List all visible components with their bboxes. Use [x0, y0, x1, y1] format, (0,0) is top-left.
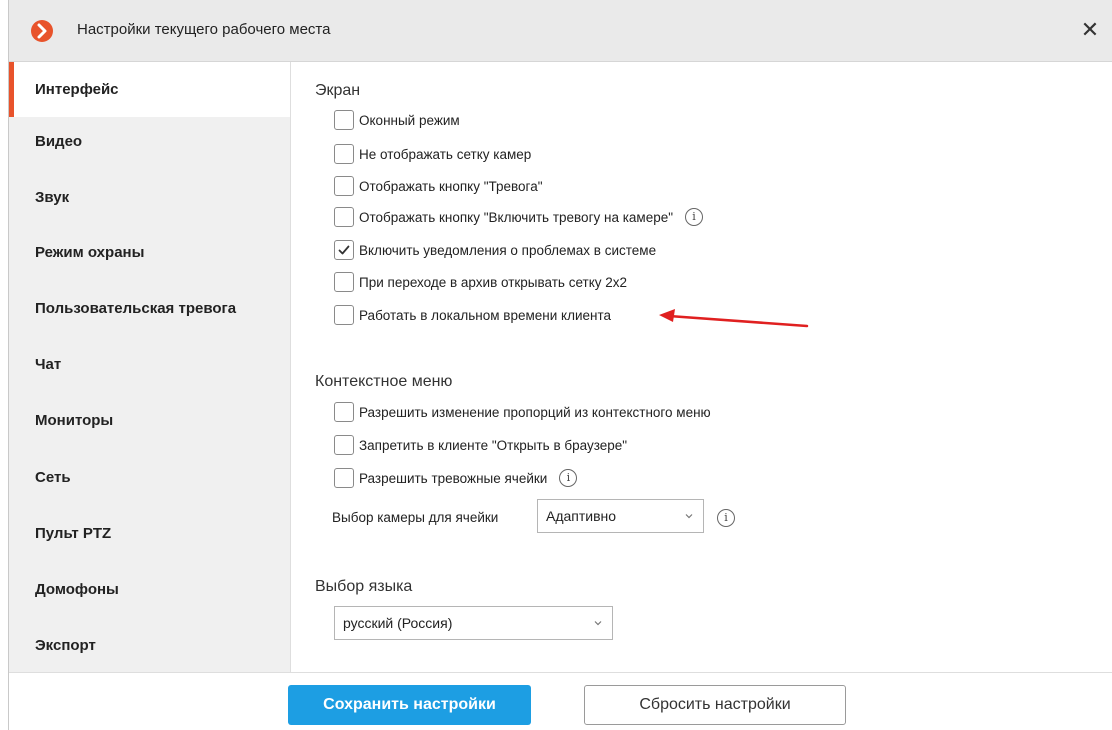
sidebar-item-label: Режим охраны	[35, 244, 145, 261]
checkbox-checked[interactable]	[334, 240, 354, 260]
option-system-notifications: Включить уведомления о проблемах в систе…	[334, 238, 656, 262]
info-icon[interactable]: i	[559, 469, 578, 487]
sidebar-item-label: Мониторы	[35, 412, 114, 429]
sidebar-item-network[interactable]: Сеть	[9, 450, 290, 505]
sidebar-item-label: Интерфейс	[35, 81, 119, 98]
checkbox[interactable]	[334, 435, 354, 455]
checkbox[interactable]	[334, 144, 354, 164]
option-show-camera-alarm-button: Отображать кнопку "Включить тревогу на к…	[334, 205, 704, 229]
sidebar-item-monitors[interactable]: Мониторы	[9, 393, 290, 448]
check-icon	[338, 245, 350, 255]
checkbox-label: Работать в локальном времени клиента	[359, 307, 611, 323]
checkbox[interactable]	[334, 207, 354, 227]
checkbox-label: Разрешить изменение пропорций из контекс…	[359, 404, 711, 420]
sidebar-item-security-mode[interactable]: Режим охраны	[9, 225, 290, 280]
sidebar-item-user-alarm[interactable]: Пользовательская тревога	[9, 281, 290, 336]
checkbox-label: Запретить в клиенте "Открыть в браузере"	[359, 437, 628, 453]
section-heading-screen: Экран	[315, 82, 361, 99]
sidebar-item-video[interactable]: Видео	[9, 114, 290, 169]
chevron-down-icon	[594, 621, 602, 626]
checkbox-label: Отображать кнопку "Тревога"	[359, 178, 543, 194]
camera-select-value: Адаптивно	[546, 508, 617, 524]
checkbox-label: При переходе в архив открывать сетку 2x2	[359, 274, 628, 290]
sidebar-item-label: Сеть	[35, 469, 71, 486]
reset-settings-button[interactable]: Сбросить настройки	[584, 685, 846, 725]
sidebar-item-label: Пользовательская тревога	[35, 300, 237, 317]
save-settings-button[interactable]: Сохранить настройки	[288, 685, 531, 725]
option-windowed-mode: Оконный режим	[334, 108, 460, 132]
language-select-value: русский (Россия)	[343, 615, 453, 631]
checkbox-label: Оконный режим	[359, 112, 460, 128]
checkbox[interactable]	[334, 110, 354, 130]
app-logo-icon	[31, 20, 53, 42]
title-bar: Настройки текущего рабочего места ✕	[9, 0, 1112, 62]
sidebar-item-label: Чат	[35, 356, 62, 373]
settings-window: Настройки текущего рабочего места ✕ Инте…	[8, 0, 1112, 730]
option-local-client-time: Работать в локальном времени клиента	[334, 303, 611, 327]
sidebar-item-sound[interactable]: Звук	[9, 170, 290, 225]
sidebar-item-interface[interactable]: Интерфейс	[9, 62, 290, 117]
info-icon[interactable]: i	[717, 509, 735, 527]
language-select-dropdown[interactable]: русский (Россия)	[334, 606, 613, 640]
sidebar-item-chat[interactable]: Чат	[9, 337, 290, 392]
checkbox[interactable]	[334, 402, 354, 422]
checkbox-label: Отображать кнопку "Включить тревогу на к…	[359, 209, 674, 225]
sidebar-item-label: Видео	[35, 133, 83, 150]
checkbox[interactable]	[334, 468, 354, 488]
section-heading-language: Выбор языка	[315, 578, 413, 595]
sidebar-item-ptz-console[interactable]: Пульт PTZ	[9, 506, 290, 561]
checkbox[interactable]	[334, 176, 354, 196]
option-forbid-open-browser: Запретить в клиенте "Открыть в браузере"	[334, 433, 627, 457]
settings-content: Экран Оконный режим Не отображать сетку …	[290, 62, 1112, 672]
sidebar-item-label: Звук	[35, 189, 70, 206]
camera-select-label: Выбор камеры для ячейки	[332, 510, 499, 525]
chevron-down-icon	[685, 514, 693, 519]
checkbox[interactable]	[334, 272, 354, 292]
sidebar-item-label: Домофоны	[35, 581, 119, 598]
option-archive-grid-2x2: При переходе в архив открывать сетку 2x2	[334, 270, 627, 294]
sidebar-item-label: Пульт PTZ	[35, 525, 112, 542]
checkbox-label: Разрешить тревожные ячейки	[359, 470, 548, 486]
checkbox-label: Не отображать сетку камер	[359, 146, 532, 162]
option-hide-camera-grid: Не отображать сетку камер	[334, 142, 531, 166]
sidebar-item-export[interactable]: Экспорт	[9, 618, 290, 673]
checkbox[interactable]	[334, 305, 354, 325]
footer-bar: Сохранить настройки Сбросить настройки	[9, 672, 1112, 730]
checkbox-label: Включить уведомления о проблемах в систе…	[359, 242, 657, 258]
close-icon[interactable]: ✕	[1077, 16, 1103, 44]
sidebar-item-intercoms[interactable]: Домофоны	[9, 562, 290, 617]
option-allow-alarm-cells: Разрешить тревожные ячейки i	[334, 466, 578, 490]
section-heading-context-menu: Контекстное меню	[315, 373, 453, 390]
option-show-alarm-button: Отображать кнопку "Тревога"	[334, 174, 543, 198]
sidebar-item-label: Экспорт	[35, 637, 96, 654]
camera-select-dropdown[interactable]: Адаптивно	[537, 499, 704, 533]
info-icon[interactable]: i	[685, 208, 704, 226]
option-allow-aspect-change: Разрешить изменение пропорций из контекс…	[334, 400, 711, 424]
settings-sidebar: Интерфейс Видео Звук Режим охраны Пользо…	[9, 62, 290, 672]
window-title: Настройки текущего рабочего места	[77, 21, 331, 38]
